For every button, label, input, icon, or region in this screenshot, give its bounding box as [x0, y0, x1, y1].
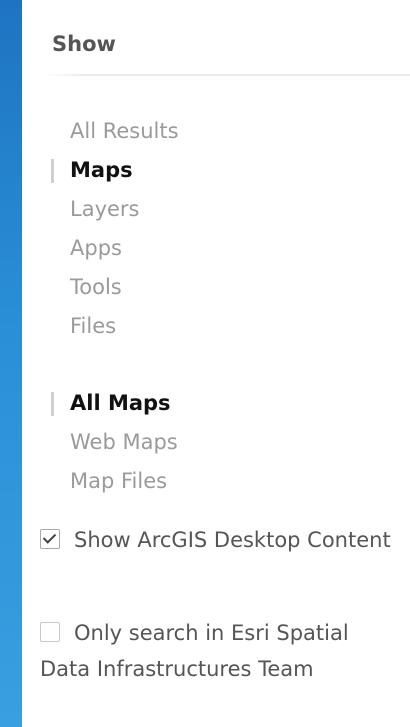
filter-item-files[interactable]: Files [70, 307, 400, 346]
show-desktop-content-label[interactable]: Show ArcGIS Desktop Content [74, 528, 391, 552]
header-divider [42, 74, 410, 76]
panel-title: Show [52, 32, 116, 56]
panel-header: Show [22, 0, 410, 76]
show-desktop-content-option[interactable]: Show ArcGIS Desktop Content [40, 522, 400, 558]
filter-item-tools[interactable]: Tools [70, 268, 400, 307]
show-desktop-content-checkbox[interactable] [40, 529, 60, 549]
filter-item-apps[interactable]: Apps [70, 229, 400, 268]
filter-panel: Show All Results Maps Layers Apps Tools … [22, 0, 410, 727]
filter-item-web-maps[interactable]: Web Maps [70, 423, 400, 462]
filter-item-map-files[interactable]: Map Files [70, 462, 400, 501]
map-type-list: All Maps Web Maps Map Files [51, 384, 400, 501]
esri-only-search-label[interactable]: Only search in Esri Spatial Data Infrast… [40, 621, 349, 681]
filter-item-all-maps[interactable]: All Maps [51, 384, 400, 423]
content-type-list: All Results Maps Layers Apps Tools Files [51, 112, 400, 346]
filter-item-layers[interactable]: Layers [70, 190, 400, 229]
esri-only-search-checkbox[interactable] [40, 622, 60, 642]
filter-item-all-results[interactable]: All Results [70, 112, 400, 151]
filter-item-maps[interactable]: Maps [51, 151, 400, 190]
checkmark-icon [42, 530, 57, 544]
esri-only-search-option[interactable]: Only search in Esri Spatial Data Infrast… [40, 615, 400, 687]
